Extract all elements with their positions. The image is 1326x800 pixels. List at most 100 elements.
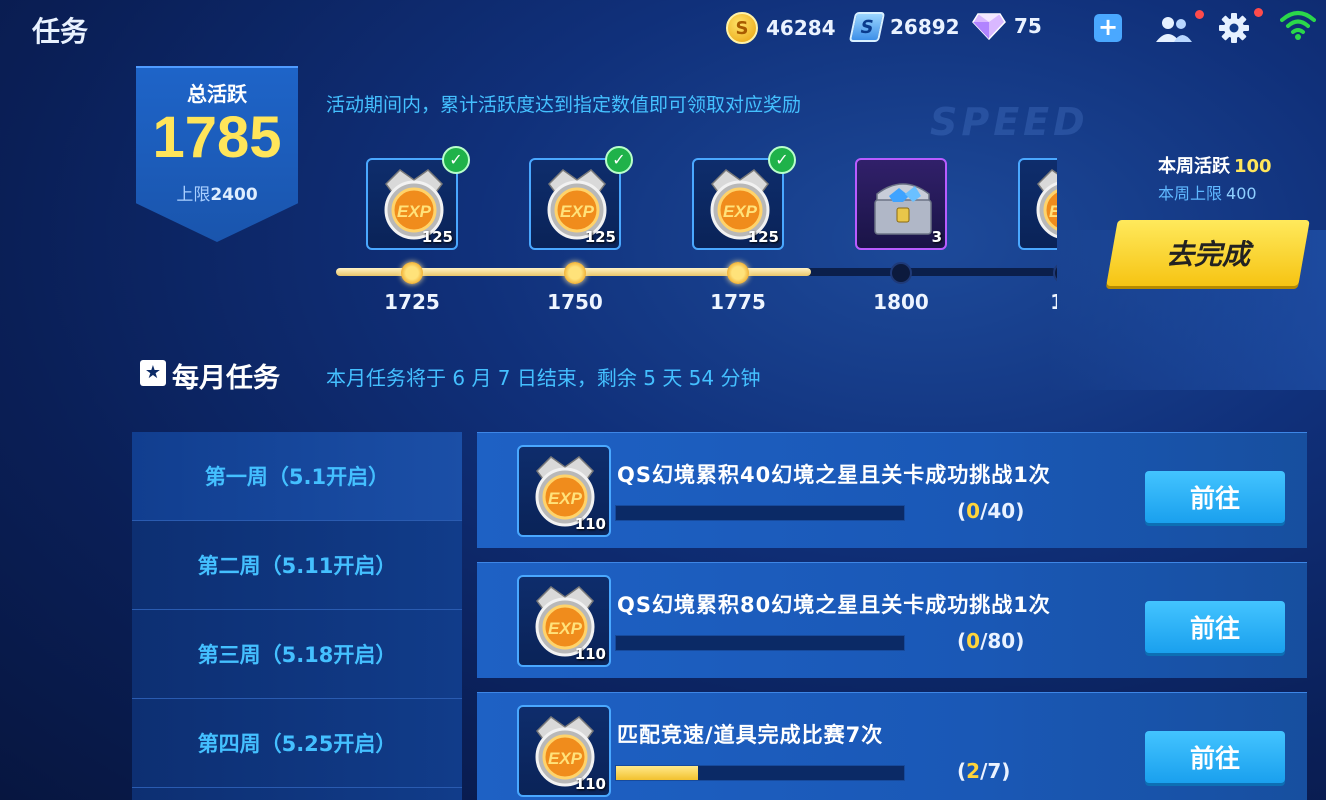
week-tab-4[interactable]: 第四周（5.25开启） <box>132 699 462 788</box>
milestone-value: 1725 <box>384 290 440 314</box>
milestone-node <box>564 262 586 284</box>
go-to-task-button[interactable]: 前往 <box>1145 731 1285 783</box>
milestone-reward-18[interactable]: EXP <box>1018 158 1057 250</box>
go-complete-button[interactable]: 去完成 <box>1106 220 1310 286</box>
task-progress-bar <box>615 505 905 521</box>
milestone-reward-1725[interactable]: EXP 125 <box>366 158 458 250</box>
total-activity-label: 总活跃 <box>187 82 247 106</box>
wifi-icon <box>1280 11 1316 40</box>
svg-text:EXP: EXP <box>548 619 583 638</box>
cap-label: 上限 <box>176 185 211 205</box>
task-progress-current: 0 <box>966 499 981 523</box>
claimed-check-icon: ✓ <box>605 146 633 174</box>
task-name: 匹配竞速/道具完成比赛7次 <box>617 723 884 747</box>
gem-counter: 75 <box>972 12 1042 40</box>
task-progress-close: ) <box>1015 499 1025 523</box>
milestone-track[interactable]: EXP 125 ✓ 1725 EXP 125 ✓ 1750 EXP 125 ✓ 1775 3 1800 EX… <box>330 140 1057 330</box>
top-bar: 任务 S 46284 S 26892 75 + <box>0 0 1326 58</box>
go-to-task-label: 前往 <box>1189 744 1240 773</box>
task-progress-open: ( <box>957 499 967 523</box>
milestone-reward-1775[interactable]: EXP 125 <box>692 158 784 250</box>
monthly-tasks-title: 每月任务 <box>172 363 280 394</box>
go-to-task-label: 前往 <box>1189 484 1240 513</box>
activity-hint-text: 活动期间内，累计活跃度达到指定数值即可领取对应奖励 <box>326 94 802 116</box>
svg-text:EXP: EXP <box>548 749 583 768</box>
cap-value: 2400 <box>210 185 258 205</box>
weekly-cap-value: 400 <box>1226 184 1257 203</box>
week-tab-3[interactable]: 第三周（5.18开启） <box>132 610 462 699</box>
weekly-activity-label: 本周活跃 <box>1158 156 1230 177</box>
task-progress-current: 2 <box>966 759 981 783</box>
weekly-cap-label: 本周上限 <box>1158 184 1223 203</box>
task-reward-count: 110 <box>574 515 606 533</box>
svg-text:EXP: EXP <box>560 202 595 221</box>
week-tab-1[interactable]: 第一周（5.1开启） <box>132 432 462 521</box>
milestone-reward-count: 125 <box>421 228 453 246</box>
task-progress-text: (2/7) <box>957 759 1010 783</box>
total-activity-value: 1785 <box>152 105 282 170</box>
task-reward-count: 110 <box>574 645 606 663</box>
milestone-value: 1775 <box>710 290 766 314</box>
gear-icon[interactable] <box>1218 12 1250 44</box>
treasure-chest-icon <box>874 183 932 235</box>
task-progress-close: ) <box>1015 629 1025 653</box>
gem-amount: 75 <box>1014 14 1042 38</box>
coin-counter: S 46284 <box>726 12 836 44</box>
friends-icon[interactable] <box>1154 14 1194 44</box>
total-activity-badge: 总活跃 1785 上限2400 <box>136 66 298 242</box>
task-name: QS幻境累积80幻境之星且关卡成功挑战1次 <box>617 593 1051 617</box>
go-complete-label: 去完成 <box>1165 238 1250 271</box>
task-progress-total: /7 <box>980 759 1002 783</box>
task-name: QS幻境累积40幻境之星且关卡成功挑战1次 <box>617 463 1051 487</box>
svg-text:EXP: EXP <box>548 489 583 508</box>
claimed-check-icon: ✓ <box>768 146 796 174</box>
background-speed-text: SPEED <box>930 100 1089 144</box>
svg-text:EXP: EXP <box>723 202 758 221</box>
task-progress-text: (0/40) <box>957 499 1024 523</box>
milestone-reward-count: 125 <box>584 228 616 246</box>
friends-notification-dot <box>1195 10 1204 19</box>
milestone-value: 18 <box>1024 290 1057 314</box>
task-reward[interactable]: EXP 110 <box>517 445 611 537</box>
add-currency-button[interactable]: + <box>1094 14 1122 42</box>
diamond-icon <box>972 13 1006 40</box>
milestone-reward-1800[interactable]: 3 <box>855 158 947 250</box>
total-activity-cap: 上限2400 <box>136 180 298 205</box>
task-reward[interactable]: EXP 110 <box>517 705 611 797</box>
star-icon: ★ <box>140 360 166 386</box>
task-progress-open: ( <box>957 629 967 653</box>
milestone-reward-count: 3 <box>931 228 942 246</box>
task-progress-total: /80 <box>980 629 1016 653</box>
task-progress-text: (0/80) <box>957 629 1024 653</box>
week-tab-2[interactable]: 第二周（5.11开启） <box>132 521 462 610</box>
task-progress-fill <box>616 766 699 780</box>
coupon-amount: 26892 <box>890 15 960 39</box>
svg-text:EXP: EXP <box>397 202 432 221</box>
weekly-activity: 本周活跃 100 <box>1158 152 1272 178</box>
milestone-reward-1750[interactable]: EXP 125 <box>529 158 621 250</box>
task-row: EXP 110 QS幻境累积80幻境之星且关卡成功挑战1次 (0/80) 前往 <box>477 562 1307 678</box>
task-progress-bar <box>615 635 905 651</box>
claimed-check-icon: ✓ <box>442 146 470 174</box>
coin-amount: 46284 <box>766 16 836 40</box>
task-progress-open: ( <box>957 759 967 783</box>
task-progress-current: 0 <box>966 629 981 653</box>
coin-icon: S <box>726 12 758 44</box>
task-progress-close: ) <box>1001 759 1011 783</box>
task-progress-total: /40 <box>980 499 1016 523</box>
task-reward-count: 110 <box>574 775 606 793</box>
weekly-cap: 本周上限 400 <box>1158 180 1257 204</box>
exp-medal-icon: EXP <box>1036 169 1057 239</box>
coupon-counter: S 26892 <box>848 12 960 42</box>
go-to-task-button[interactable]: 前往 <box>1145 601 1285 653</box>
go-to-task-label: 前往 <box>1189 614 1240 643</box>
milestone-node <box>727 262 749 284</box>
task-row: EXP 110 QS幻境累积40幻境之星且关卡成功挑战1次 (0/40) 前往 <box>477 432 1307 548</box>
week-tab-list: 第一周（5.1开启） 第二周（5.11开启） 第三周（5.18开启） 第四周（5… <box>132 432 462 800</box>
task-reward[interactable]: EXP 110 <box>517 575 611 667</box>
page-title: 任务 <box>32 15 89 48</box>
task-progress-bar <box>615 765 905 781</box>
milestone-node <box>401 262 423 284</box>
milestone-node <box>1053 262 1057 284</box>
go-to-task-button[interactable]: 前往 <box>1145 471 1285 523</box>
